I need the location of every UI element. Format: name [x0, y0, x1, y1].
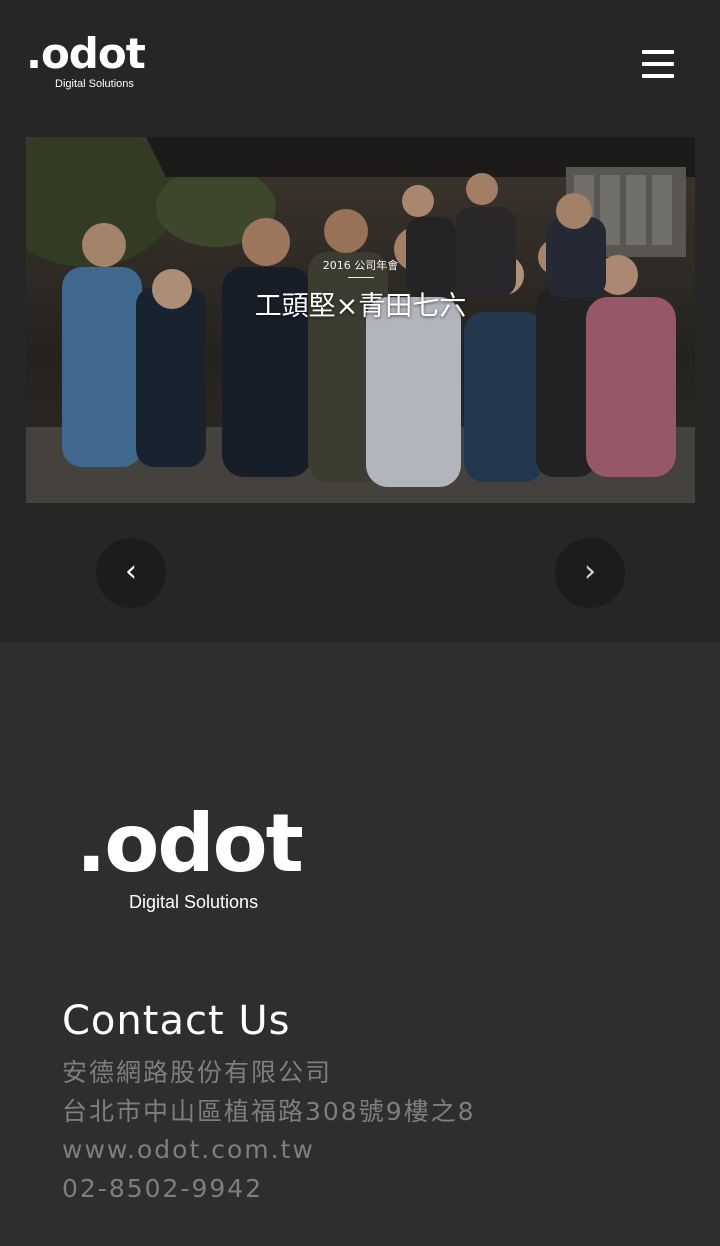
company-address: 台北市中山區植福路308號9樓之8 — [62, 1096, 476, 1126]
contact-info: 安德網路股份有限公司 台北市中山區植福路308號9樓之8 www.odot.co… — [62, 1054, 476, 1208]
logo-wordmark: .odot — [26, 29, 146, 78]
phone-number[interactable]: 02-8502-9942 — [62, 1170, 476, 1209]
menu-bar — [642, 50, 674, 54]
menu-bar — [642, 62, 674, 66]
hero-section: .odot Digital Solutions 2016 公司年會 工頭堅×青田… — [0, 0, 720, 642]
slide-subtitle: 2016 公司年會 — [322, 259, 399, 272]
contact-heading: Contact Us — [62, 998, 291, 1044]
menu-bar — [642, 74, 674, 78]
footer-logo-wordmark: .odot — [76, 797, 304, 890]
slider-next-button[interactable]: › — [555, 538, 625, 608]
slide-title: 工頭堅×青田七六 — [254, 291, 467, 322]
header-logo[interactable]: .odot Digital Solutions — [26, 32, 146, 94]
company-name: 安德網路股份有限公司 — [62, 1058, 333, 1087]
website-link[interactable]: www.odot.com.tw — [62, 1131, 476, 1170]
slide-divider — [347, 277, 374, 278]
slide-image[interactable]: 2016 公司年會 工頭堅×青田七六 — [26, 137, 695, 503]
footer-logo-tagline: Digital Solutions — [129, 892, 259, 912]
slide-caption: 2016 公司年會 工頭堅×青田七六 — [26, 257, 695, 323]
slider-prev-button[interactable]: ‹ — [96, 538, 166, 608]
hamburger-menu-icon[interactable] — [632, 42, 684, 86]
footer-logo[interactable]: .odot Digital Solutions — [76, 800, 304, 920]
logo-tagline: Digital Solutions — [55, 78, 134, 90]
